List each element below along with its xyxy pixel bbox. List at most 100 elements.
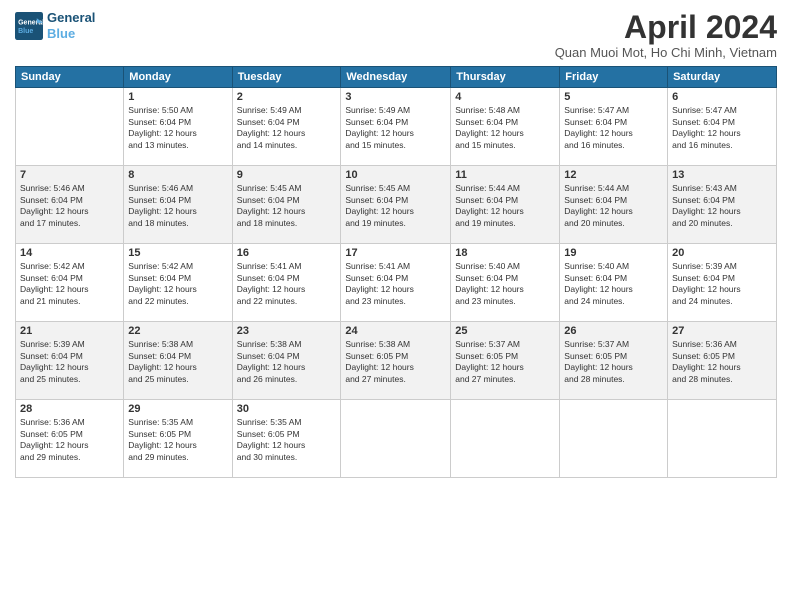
day-info: Sunrise: 5:44 AMSunset: 6:04 PMDaylight:… [564, 183, 663, 229]
day-number: 22 [128, 325, 227, 337]
header: General Blue General Blue April 2024 Qua… [15, 10, 777, 60]
calendar-cell: 26Sunrise: 5:37 AMSunset: 6:05 PMDayligh… [560, 322, 668, 400]
day-info: Sunrise: 5:45 AMSunset: 6:04 PMDaylight:… [237, 183, 337, 229]
day-number: 14 [20, 247, 119, 259]
day-number: 13 [672, 169, 772, 181]
day-number: 2 [237, 91, 337, 103]
day-info: Sunrise: 5:37 AMSunset: 6:05 PMDaylight:… [455, 339, 555, 385]
day-number: 23 [237, 325, 337, 337]
day-info: Sunrise: 5:50 AMSunset: 6:04 PMDaylight:… [128, 105, 227, 151]
calendar-cell: 22 Sunrise: 5:38 AMSunset: 6:04 PMDayligh… [124, 322, 232, 400]
calendar-cell: 15 Sunrise: 5:42 AMSunset: 6:04 PMDayligh… [124, 244, 232, 322]
calendar-cell [451, 400, 560, 478]
logo-icon: General Blue [15, 12, 43, 40]
day-info: Sunrise: 5:45 AMSunset: 6:04 PMDaylight:… [345, 183, 446, 229]
day-info: Sunrise: 5:49 AMSunset: 6:04 PMDaylight:… [237, 105, 337, 151]
calendar-cell: 8 Sunrise: 5:46 AMSunset: 6:04 PMDaylight… [124, 166, 232, 244]
calendar-cell: 16 Sunrise: 5:41 AMSunset: 6:04 PMDayligh… [232, 244, 341, 322]
calendar-cell: 23 Sunrise: 5:38 AMSunset: 6:04 PMDayligh… [232, 322, 341, 400]
calendar-cell: 19Sunrise: 5:40 AMSunset: 6:04 PMDayligh… [560, 244, 668, 322]
day-number: 16 [237, 247, 337, 259]
day-number: 8 [128, 169, 227, 181]
location: Quan Muoi Mot, Ho Chi Minh, Vietnam [555, 45, 777, 60]
day-number: 30 [237, 403, 337, 415]
day-number: 5 [564, 91, 663, 103]
calendar-cell: 27 Sunrise: 5:36 AMSunset: 6:05 PMDayligh… [668, 322, 777, 400]
calendar-cell: 17Sunrise: 5:41 AMSunset: 6:04 PMDayligh… [341, 244, 451, 322]
day-info: Sunrise: 5:36 AMSunset: 6:05 PMDaylight:… [20, 417, 119, 463]
day-number: 27 [672, 325, 772, 337]
day-number: 19 [564, 247, 663, 259]
day-info: Sunrise: 5:43 AMSunset: 6:04 PMDaylight:… [672, 183, 772, 229]
calendar-cell: 13 Sunrise: 5:43 AMSunset: 6:04 PMDayligh… [668, 166, 777, 244]
day-info: Sunrise: 5:44 AMSunset: 6:04 PMDaylight:… [455, 183, 555, 229]
calendar-cell: 28 Sunrise: 5:36 AMSunset: 6:05 PMDayligh… [16, 400, 124, 478]
calendar-cell: 14 Sunrise: 5:42 AMSunset: 6:04 PMDayligh… [16, 244, 124, 322]
calendar-cell: 2 Sunrise: 5:49 AMSunset: 6:04 PMDaylight… [232, 88, 341, 166]
day-number: 4 [455, 91, 555, 103]
day-info: Sunrise: 5:38 AMSunset: 6:04 PMDaylight:… [128, 339, 227, 385]
day-info: Sunrise: 5:48 AMSunset: 6:04 PMDaylight:… [455, 105, 555, 151]
calendar-cell: 11 Sunrise: 5:44 AMSunset: 6:04 PMDayligh… [451, 166, 560, 244]
calendar-header-row: SundayMondayTuesdayWednesdayThursdayFrid… [16, 67, 777, 88]
day-info: Sunrise: 5:36 AMSunset: 6:05 PMDaylight:… [672, 339, 772, 385]
header-friday: Friday [560, 67, 668, 88]
month-title: April 2024 [555, 10, 777, 45]
day-info: Sunrise: 5:41 AMSunset: 6:04 PMDaylight:… [237, 261, 337, 307]
page: General Blue General Blue April 2024 Qua… [0, 0, 792, 612]
header-monday: Monday [124, 67, 232, 88]
calendar-cell [668, 400, 777, 478]
header-thursday: Thursday [451, 67, 560, 88]
calendar-table: SundayMondayTuesdayWednesdayThursdayFrid… [15, 66, 777, 478]
header-wednesday: Wednesday [341, 67, 451, 88]
day-info: Sunrise: 5:42 AMSunset: 6:04 PMDaylight:… [128, 261, 227, 307]
calendar-week-3: 21 Sunrise: 5:39 AMSunset: 6:04 PMDayligh… [16, 322, 777, 400]
title-block: April 2024 Quan Muoi Mot, Ho Chi Minh, V… [555, 10, 777, 60]
day-info: Sunrise: 5:49 AMSunset: 6:04 PMDaylight:… [345, 105, 446, 151]
calendar-week-0: 1 Sunrise: 5:50 AMSunset: 6:04 PMDaylight… [16, 88, 777, 166]
calendar-cell: 4 Sunrise: 5:48 AMSunset: 6:04 PMDaylight… [451, 88, 560, 166]
day-number: 26 [564, 325, 663, 337]
calendar-week-2: 14 Sunrise: 5:42 AMSunset: 6:04 PMDayligh… [16, 244, 777, 322]
day-number: 7 [20, 169, 119, 181]
day-number: 28 [20, 403, 119, 415]
day-info: Sunrise: 5:40 AMSunset: 6:04 PMDaylight:… [455, 261, 555, 307]
calendar-cell: 25 Sunrise: 5:37 AMSunset: 6:05 PMDayligh… [451, 322, 560, 400]
day-number: 29 [128, 403, 227, 415]
day-info: Sunrise: 5:46 AMSunset: 6:04 PMDaylight:… [128, 183, 227, 229]
calendar-cell: 6Sunrise: 5:47 AMSunset: 6:04 PMDaylight… [668, 88, 777, 166]
day-number: 1 [128, 91, 227, 103]
calendar-cell: 3Sunrise: 5:49 AMSunset: 6:04 PMDaylight… [341, 88, 451, 166]
day-number: 25 [455, 325, 555, 337]
calendar-cell: 10 Sunrise: 5:45 AMSunset: 6:04 PMDayligh… [341, 166, 451, 244]
calendar-cell: 7 Sunrise: 5:46 AMSunset: 6:04 PMDaylight… [16, 166, 124, 244]
svg-text:Blue: Blue [18, 28, 33, 35]
calendar-cell [16, 88, 124, 166]
calendar-cell: 20Sunrise: 5:39 AMSunset: 6:04 PMDayligh… [668, 244, 777, 322]
logo: General Blue General Blue [15, 10, 95, 41]
day-number: 10 [345, 169, 446, 181]
logo-text: General Blue [47, 10, 95, 41]
day-number: 15 [128, 247, 227, 259]
day-number: 11 [455, 169, 555, 181]
calendar-cell: 1 Sunrise: 5:50 AMSunset: 6:04 PMDaylight… [124, 88, 232, 166]
calendar-cell: 18Sunrise: 5:40 AMSunset: 6:04 PMDayligh… [451, 244, 560, 322]
day-info: Sunrise: 5:46 AMSunset: 6:04 PMDaylight:… [20, 183, 119, 229]
day-info: Sunrise: 5:39 AMSunset: 6:04 PMDaylight:… [20, 339, 119, 385]
calendar-cell: 21 Sunrise: 5:39 AMSunset: 6:04 PMDayligh… [16, 322, 124, 400]
calendar-week-4: 28 Sunrise: 5:36 AMSunset: 6:05 PMDayligh… [16, 400, 777, 478]
day-info: Sunrise: 5:38 AMSunset: 6:04 PMDaylight:… [237, 339, 337, 385]
day-info: Sunrise: 5:35 AMSunset: 6:05 PMDaylight:… [128, 417, 227, 463]
calendar-cell: 24Sunrise: 5:38 AMSunset: 6:05 PMDayligh… [341, 322, 451, 400]
header-tuesday: Tuesday [232, 67, 341, 88]
header-sunday: Sunday [16, 67, 124, 88]
day-number: 21 [20, 325, 119, 337]
day-number: 17 [345, 247, 446, 259]
day-info: Sunrise: 5:47 AMSunset: 6:04 PMDaylight:… [672, 105, 772, 151]
day-number: 20 [672, 247, 772, 259]
day-number: 9 [237, 169, 337, 181]
day-number: 12 [564, 169, 663, 181]
day-info: Sunrise: 5:35 AMSunset: 6:05 PMDaylight:… [237, 417, 337, 463]
day-info: Sunrise: 5:38 AMSunset: 6:05 PMDaylight:… [345, 339, 446, 385]
day-info: Sunrise: 5:42 AMSunset: 6:04 PMDaylight:… [20, 261, 119, 307]
